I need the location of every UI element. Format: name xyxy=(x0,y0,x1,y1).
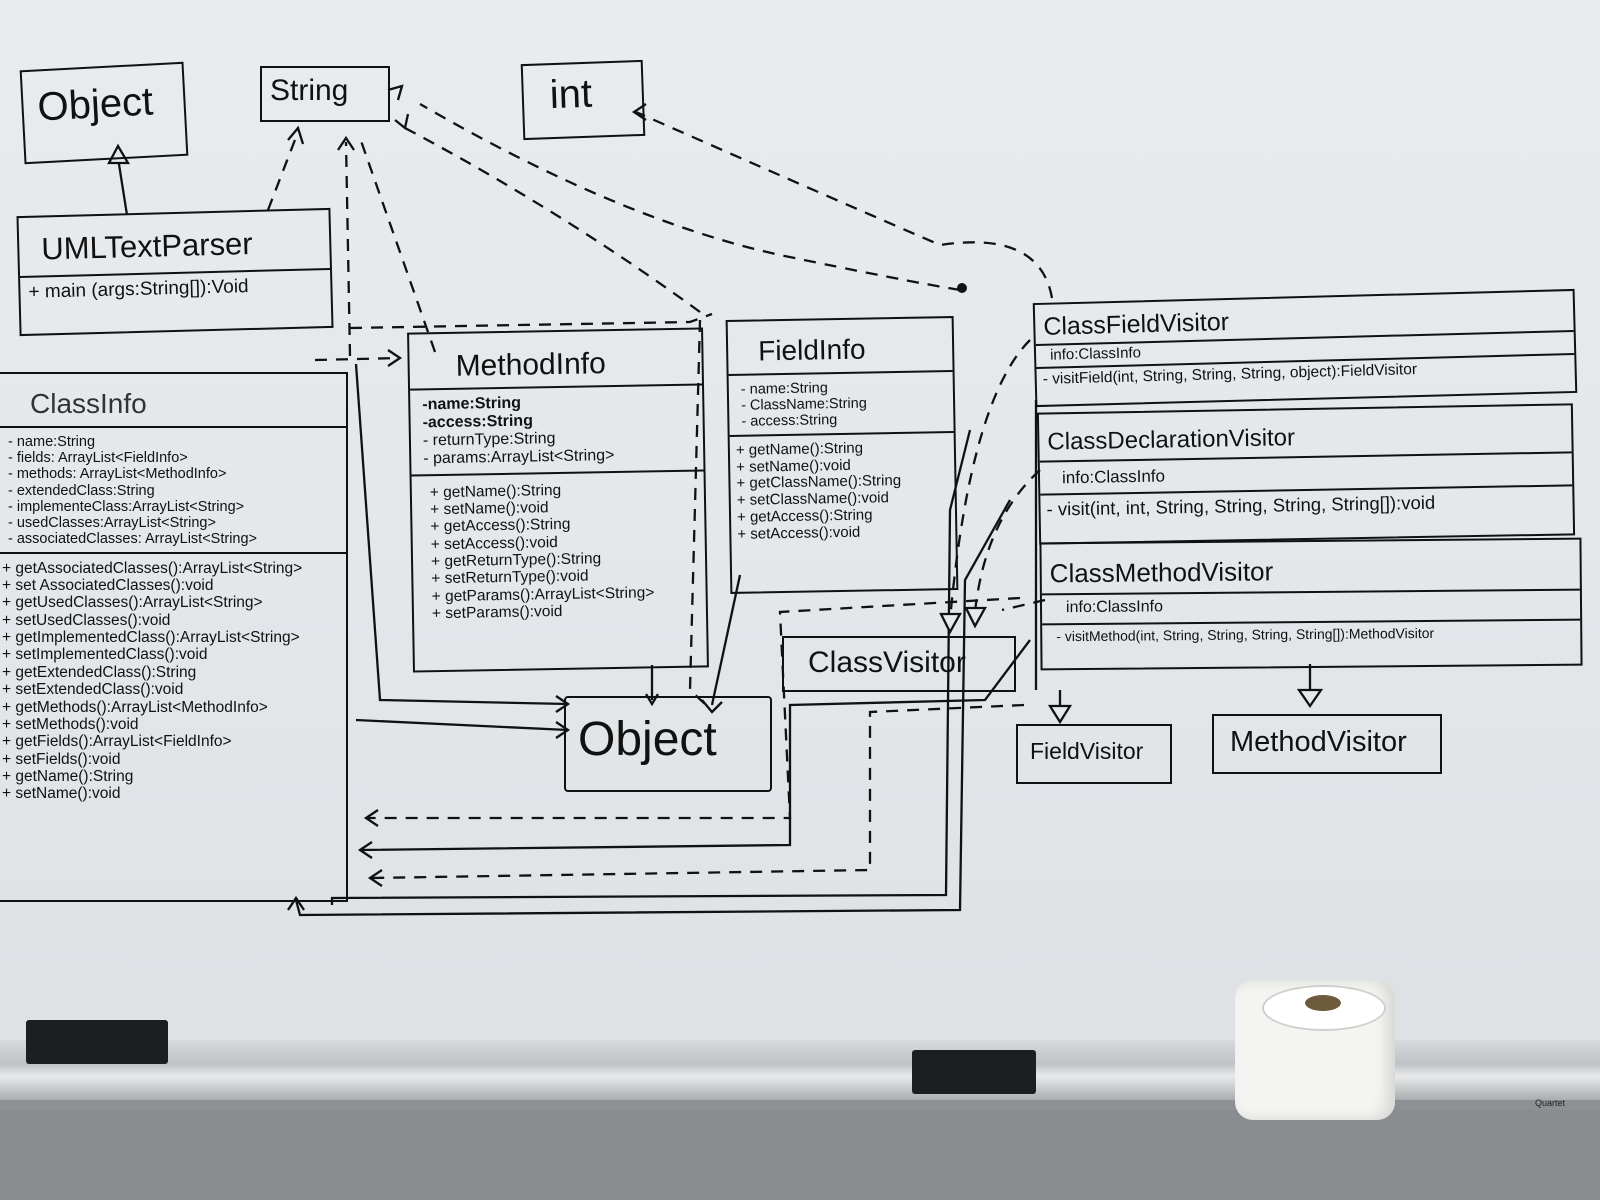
method-entry: + main (args:String[]):Void xyxy=(28,276,249,303)
class-name: String xyxy=(270,74,349,107)
method-list: + getName():String + setName():void + ge… xyxy=(730,433,956,544)
class-name: UMLTextParser xyxy=(40,225,254,267)
method-entry: + setExtendedClass():void xyxy=(2,681,184,699)
method-list: + getAssociatedClasses():ArrayList<Strin… xyxy=(0,554,346,803)
method-entry: + getAssociatedClasses():ArrayList<Strin… xyxy=(2,559,303,577)
class-box-uml-text-parser: UMLTextParser + main (args:String[]):Voi… xyxy=(16,207,334,337)
paper-roll-core xyxy=(1305,995,1341,1011)
method-entry: + getFields():ArrayList<FieldInfo> xyxy=(2,733,232,751)
field-entry: - params:ArrayList<String> xyxy=(423,446,615,468)
class-box-field-info: FieldInfo - name:String - ClassName:Stri… xyxy=(725,316,959,594)
method-entry: + set AssociatedClasses():void xyxy=(2,577,214,594)
class-name: MethodVisitor xyxy=(1230,726,1407,758)
class-box-object-center: Object xyxy=(564,696,772,792)
class-name: int xyxy=(549,71,593,118)
class-box-object-top: Object xyxy=(19,61,189,165)
method-list: + getName():String + setName():void + ge… xyxy=(412,471,707,623)
method-entry: + getName():String xyxy=(2,767,134,785)
field-list: - name:String - ClassName:String - acces… xyxy=(729,372,954,435)
field-list: - name:String - fields: ArrayList<FieldI… xyxy=(0,428,346,552)
field-entry: - name:String xyxy=(8,434,96,450)
class-box-class-info: ClassInfo - name:String - fields: ArrayL… xyxy=(0,372,348,902)
field-entry: - access:String xyxy=(741,412,838,431)
class-name: ClassMethodVisitor xyxy=(1049,556,1274,589)
eraser xyxy=(912,1050,1036,1094)
method-entry: + getUsedClasses():ArrayList<String> xyxy=(2,594,263,612)
class-box-method-info: MethodInfo -name:String -access:String -… xyxy=(407,327,709,673)
field-entry: info:ClassInfo xyxy=(1061,466,1166,488)
method-entry: + setName():void xyxy=(2,785,121,803)
class-box-class-method-visitor: ClassMethodVisitor info:ClassInfo - visi… xyxy=(1039,537,1583,671)
class-box-class-field-visitor: ClassFieldVisitor info:ClassInfo - visit… xyxy=(1032,288,1578,408)
class-name: MethodInfo xyxy=(455,347,607,383)
method-entry: + setFields():void xyxy=(2,750,121,768)
class-box-class-declaration-visitor: ClassDeclarationVisitor info:ClassInfo -… xyxy=(1036,403,1576,545)
class-name: ClassInfo xyxy=(30,388,147,419)
method-entry: + getImplementedClass():ArrayList<String… xyxy=(2,629,300,647)
method-entry: + setAccess():void xyxy=(737,523,861,543)
method-entry: + getExtendedClass():String xyxy=(2,663,197,681)
class-name: FieldVisitor xyxy=(1030,738,1144,764)
class-box-method-visitor: MethodVisitor xyxy=(1212,714,1442,774)
eraser xyxy=(26,1020,168,1064)
field-entry: - usedClasses:ArrayList<String> xyxy=(8,515,216,532)
method-entry: + setUsedClasses():void xyxy=(2,611,171,629)
field-entry: - fields: ArrayList<FieldInfo> xyxy=(8,450,188,467)
method-entry: - visit(int, int, String, String, String… xyxy=(1046,491,1436,520)
method-entry: + setImplementedClass():void xyxy=(2,646,208,664)
class-box-int: int xyxy=(520,59,646,141)
class-box-string: String xyxy=(260,66,390,122)
method-entry: + getMethods():ArrayList<MethodInfo> xyxy=(2,698,268,716)
field-entry: info:ClassInfo xyxy=(1065,598,1164,617)
method-entry: + setMethods():void xyxy=(2,715,139,733)
class-name: Object xyxy=(578,713,717,766)
class-box-class-visitor: ClassVisitor xyxy=(782,636,1016,692)
method-entry: - visitMethod(int, String, String, Strin… xyxy=(1056,624,1435,645)
method-list: - visitMethod(int, String, String, Strin… xyxy=(1042,621,1580,645)
class-name: FieldInfo xyxy=(757,333,866,367)
class-name: Object xyxy=(36,79,155,130)
field-entry: - associatedClasses: ArrayList<String> xyxy=(8,531,258,548)
brand-logo: Quartet xyxy=(1535,1098,1566,1108)
class-name: ClassVisitor xyxy=(808,646,966,679)
field-list: -name:String -access:String - returnType… xyxy=(410,385,703,474)
field-entry: - extendedClass:String xyxy=(8,482,155,499)
method-entry: + setParams():void xyxy=(431,603,563,623)
field-entry: - implementeClass:ArrayList<String> xyxy=(8,498,245,515)
field-entry: - methods: ArrayList<MethodInfo> xyxy=(8,466,227,483)
class-box-field-visitor: FieldVisitor xyxy=(1016,724,1172,784)
